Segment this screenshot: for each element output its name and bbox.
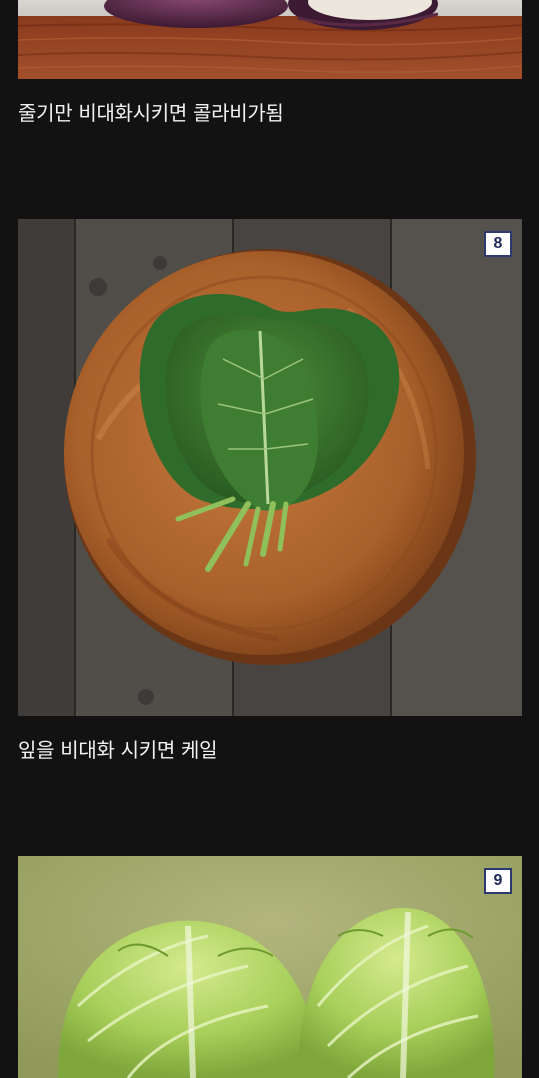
napa-cabbage-photo: 9: [18, 856, 522, 1078]
article-page: 줄기만 비대화시키면 콜라비가됨 8 잎을 비대화 시키면 케일 9: [0, 0, 539, 1078]
step-number-badge: 8: [484, 231, 512, 257]
kohlrabi-caption: 줄기만 비대화시키면 콜라비가됨: [18, 101, 284, 125]
kale-caption: 잎을 비대화 시키면 케일: [18, 738, 218, 762]
kohlrabi-photo: [18, 0, 522, 79]
step-number-badge: 9: [484, 868, 512, 894]
kale-leaves-photo: 8: [18, 219, 522, 716]
